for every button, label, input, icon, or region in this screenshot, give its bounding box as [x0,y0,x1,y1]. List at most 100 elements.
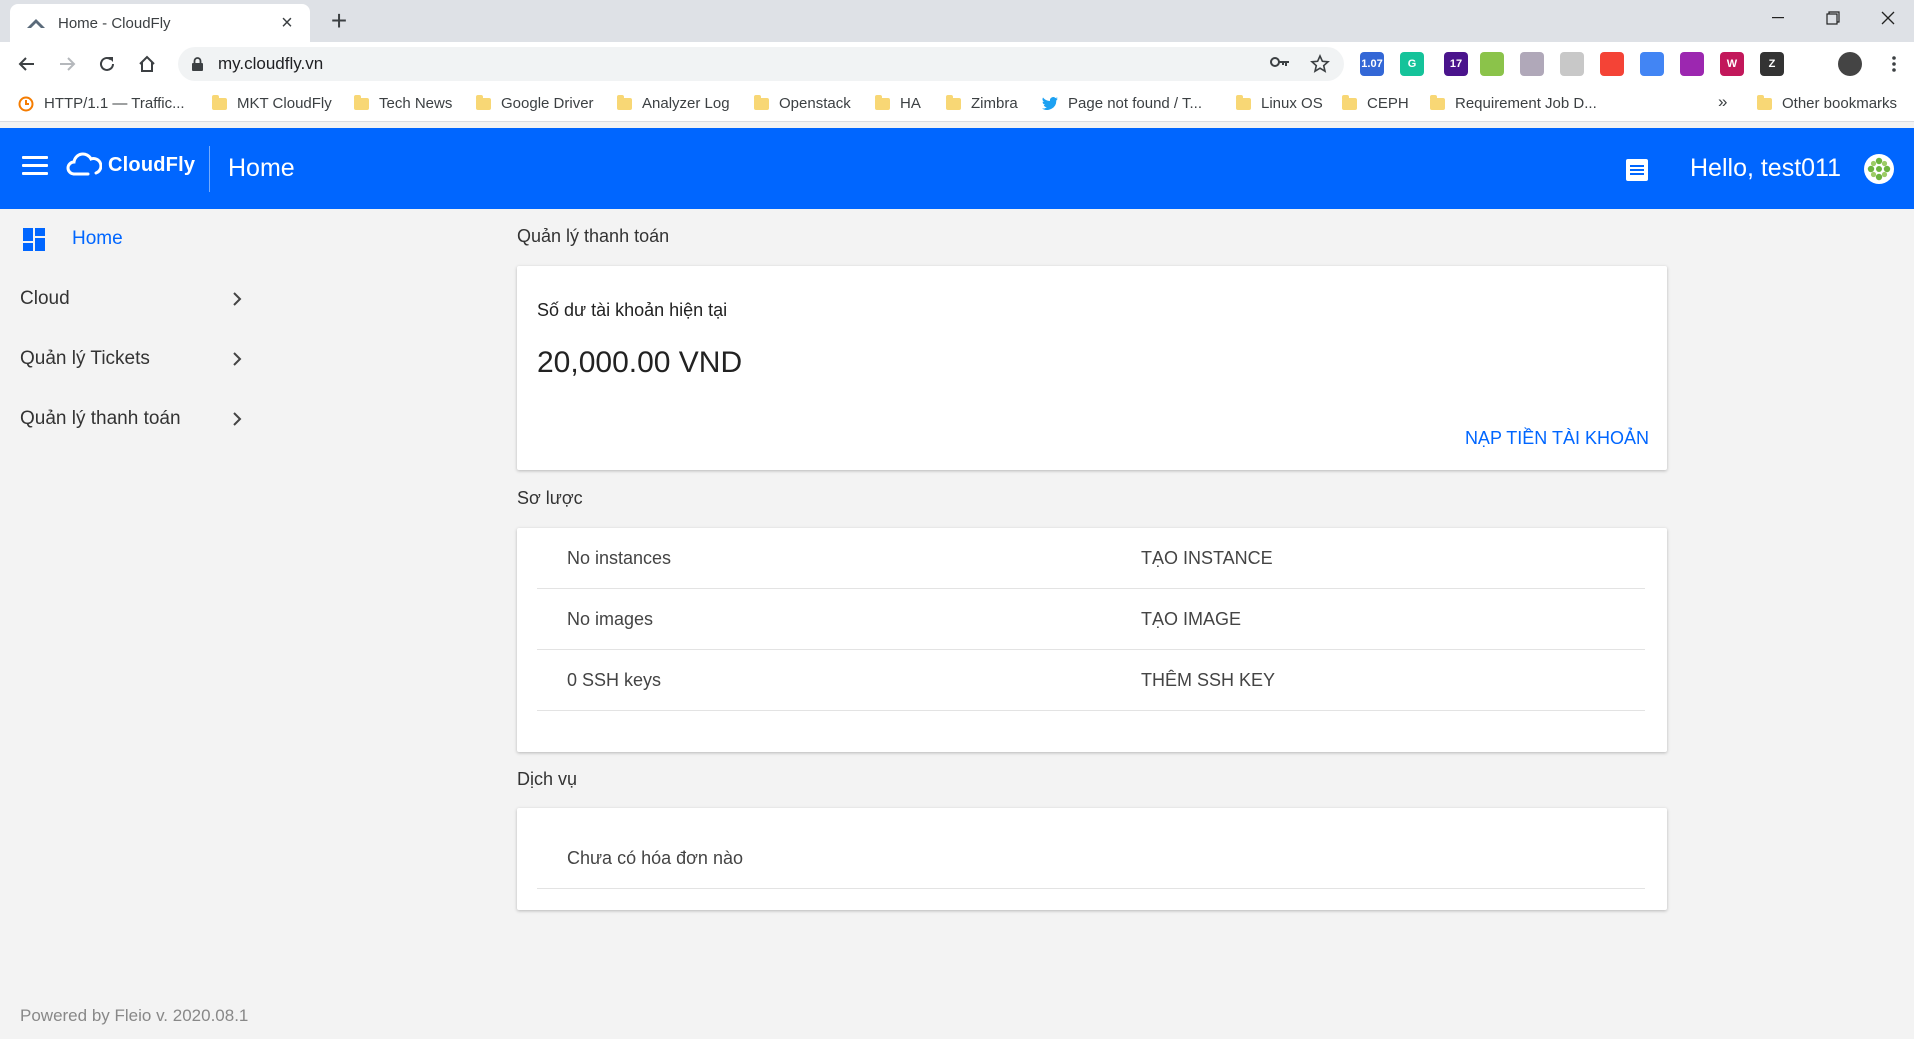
bookmark-label: Requirement Job D... [1455,95,1597,112]
folder-icon [754,94,769,110]
add-ssh-key-button[interactable]: THÊM SSH KEY [1141,670,1275,691]
window-extension-icon[interactable] [1520,52,1544,76]
bookmark-item[interactable]: Openstack [754,94,851,112]
bookmark-item[interactable]: Linux OS [1236,94,1323,112]
brand-name: CloudFly [108,153,196,176]
close-window-button[interactable] [1858,0,1914,36]
folder-icon [212,94,227,110]
sidebar-item-billing[interactable]: Quản lý thanh toán [0,395,260,443]
create-instance-button[interactable]: TẠO INSTANCE [1141,548,1273,569]
puzzle-extensions-icon[interactable] [1800,52,1824,76]
home-button[interactable] [133,50,161,78]
bookmark-item[interactable]: MKT CloudFly [212,94,332,112]
grammarly-icon[interactable]: G [1400,52,1424,76]
bookmark-label: Google Driver [501,95,594,112]
sidebar-item-label: Quản lý Tickets [20,348,150,369]
folder-icon [476,94,491,110]
chevron-right-icon [232,351,242,372]
bookmark-item[interactable]: Analyzer Log [617,94,730,112]
sidebar-item-label: Quản lý thanh toán [20,408,181,429]
tab-title: Home - CloudFly [58,14,171,32]
dashboard-icon [23,228,46,256]
ssh-keys-count: 0 SSH keys [567,670,662,690]
overview-section-title: Sơ lược [517,488,583,508]
sidebar: Home Cloud Quản lý Tickets Quản lý thanh… [0,209,470,1039]
user-greeting[interactable]: Hello, test011 [1690,154,1841,183]
minimize-window-button[interactable] [1748,0,1808,36]
new-tab-button[interactable]: + [324,6,354,36]
overview-row-images: No images TẠO IMAGE [537,589,1645,650]
reload-icon [100,56,114,71]
address-bar[interactable]: my.cloudfly.vn [178,47,1344,81]
kebab-menu-icon [1892,56,1896,72]
browser-menu-button[interactable] [1880,50,1908,78]
site-favicon-icon [18,96,34,112]
page-title: Home [228,154,295,182]
twitter-icon [1042,97,1058,110]
bookmark-item[interactable]: Requirement Job D... [1430,94,1597,112]
cloudfly-logo[interactable]: CloudFly [66,152,195,178]
bookmark-item[interactable]: CEPH [1342,94,1409,112]
more-bookmarks-button[interactable]: » [1718,92,1727,112]
arrow-left-icon [18,57,34,71]
menu-toggle-icon[interactable] [22,156,48,180]
parrot-extension-icon[interactable] [1480,52,1504,76]
profile-avatar-icon[interactable] [1838,52,1862,76]
overview-row-ssh-keys: 0 SSH keys THÊM SSH KEY [537,650,1645,711]
close-tab-icon[interactable]: × [276,13,298,33]
bookmark-label: Zimbra [971,95,1018,112]
bookmark-item[interactable]: HTTP/1.1 — Traffic... [18,95,185,112]
w-extension-icon[interactable]: W [1720,52,1744,76]
balance-label: Số dư tài khoản hiện tại [537,300,728,320]
bookmark-label: CEPH [1367,95,1409,112]
bookmark-label: HA [900,95,921,112]
sidebar-item-cloud[interactable]: Cloud [0,275,260,323]
app-header: CloudFly Home Hello, test011 [0,128,1914,209]
bookmark-label: MKT CloudFly [237,95,332,112]
translate-extension-icon[interactable] [1640,52,1664,76]
color-grid-extension-icon[interactable] [1600,52,1624,76]
cloud-logo-icon [66,152,102,176]
sidebar-item-tickets[interactable]: Quản lý Tickets [0,335,260,383]
bookmark-item[interactable]: Page not found / T... [1042,95,1202,112]
bookmark-item[interactable]: HA [875,94,921,112]
browser-toolbar: my.cloudfly.vn 1.07 G 17 W Z [0,42,1914,86]
topup-button[interactable]: NẠP TIỀN TÀI KHOẢN [1465,428,1649,449]
balance-value: 20,000.00 VND [537,346,743,379]
billing-section-title: Quản lý thanh toán [517,226,670,246]
services-empty-row: Chưa có hóa đơn nào [537,808,1645,889]
key-icon[interactable] [1270,55,1290,74]
reload-button[interactable] [93,50,121,78]
bookmark-label: Page not found / T... [1068,95,1202,112]
user-avatar-icon[interactable] [1864,154,1894,184]
chevron-right-icon [232,411,242,432]
graduation-extension-icon[interactable]: 17 [1444,52,1468,76]
folder-icon [1236,94,1251,110]
bookmark-item[interactable]: Tech News [354,94,453,112]
footer-text: Powered by Fleio v. 2020.08.1 [20,1006,249,1025]
home-icon [139,55,155,72]
chevron-right-icon [232,291,242,312]
bookmark-label: Analyzer Log [642,95,730,112]
bookmark-item[interactable]: Google Driver [476,94,594,112]
forward-button[interactable] [53,50,81,78]
speed-extension-icon[interactable]: 1.07 [1360,52,1384,76]
bolt-extension-icon[interactable] [1560,52,1584,76]
bookmark-item[interactable]: Zimbra [946,94,1018,112]
zoom-extension-icon[interactable]: Z [1760,52,1784,76]
create-image-button[interactable]: TẠO IMAGE [1141,609,1241,630]
document-icon[interactable] [1625,158,1649,187]
sidebar-item-home[interactable]: Home [0,215,260,263]
other-bookmarks-folder[interactable]: Other bookmarks [1757,94,1897,112]
folder-icon [875,94,890,110]
bookmark-star-icon[interactable] [1310,54,1330,79]
back-button[interactable] [13,50,41,78]
pdf-extension-icon[interactable] [1680,52,1704,76]
bookmark-label: Tech News [379,95,453,112]
folder-icon [354,94,369,110]
restore-window-button[interactable] [1803,0,1863,36]
browser-tabstrip: Home - CloudFly × + [0,0,1914,42]
browser-tab[interactable]: Home - CloudFly × [10,4,310,42]
bookmark-label: HTTP/1.1 — Traffic... [44,95,185,112]
folder-icon [946,94,961,110]
